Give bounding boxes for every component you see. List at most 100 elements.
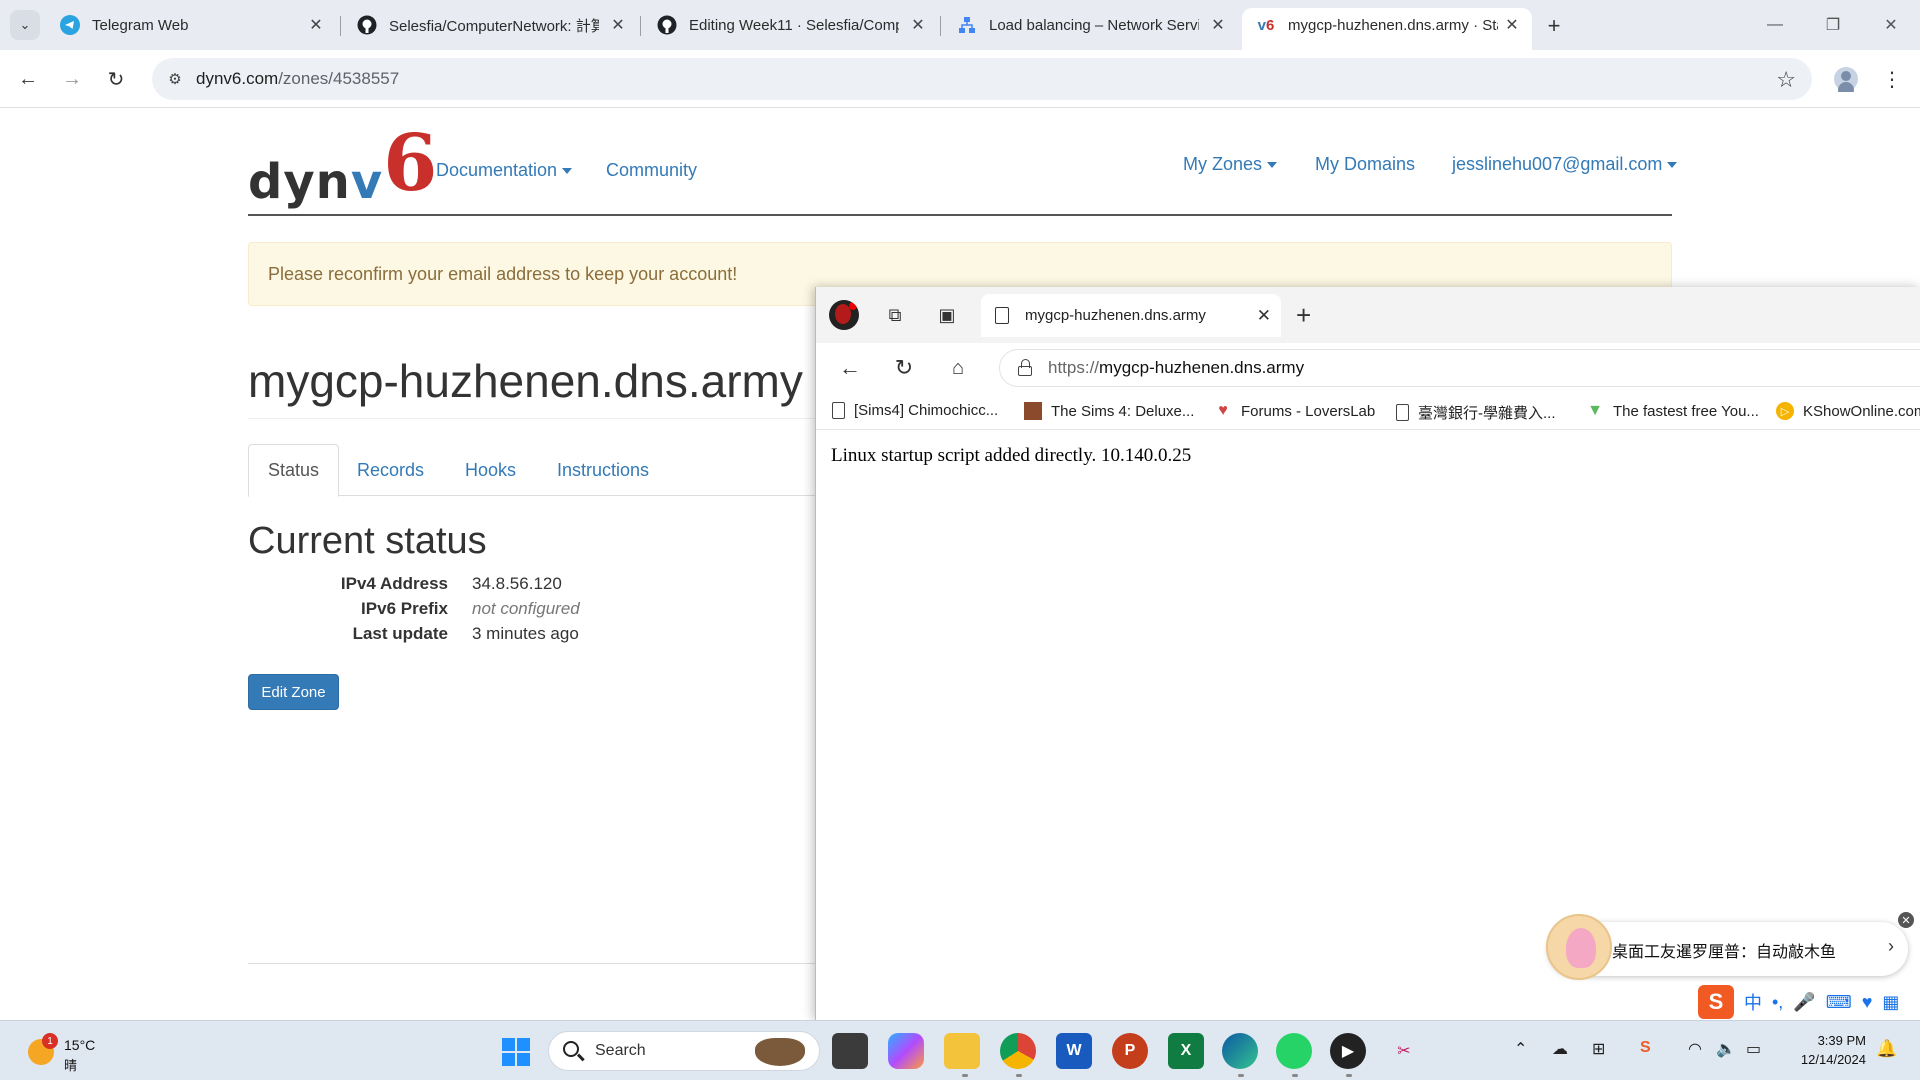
dynv6-logo[interactable]: dynv6 [248, 118, 438, 217]
excel-icon[interactable]: X [1168, 1033, 1204, 1069]
notification-close-button[interactable]: ✕ [1898, 912, 1914, 928]
keyboard-icon[interactable]: ⌨ [1826, 992, 1852, 1013]
favorite-label: KShowOnline.com [1803, 402, 1920, 420]
tab-records[interactable]: Records [338, 444, 443, 496]
tab-hooks[interactable]: Hooks [446, 444, 535, 496]
volume-icon[interactable]: 🔈 [1716, 1039, 1736, 1059]
close-icon[interactable]: ✕ [1502, 15, 1522, 35]
profile-avatar[interactable] [1830, 63, 1862, 95]
bookmark-star-icon[interactable]: ☆ [1776, 67, 1796, 93]
favorite-item[interactable]: ▷ KShowOnline.com [1776, 402, 1920, 420]
microphone-icon[interactable]: 🎤 [1793, 992, 1815, 1013]
chrome-icon[interactable] [1000, 1033, 1036, 1069]
sogou-tray-icon[interactable]: S [1640, 1039, 1651, 1057]
desktop-notification[interactable]: 桌面工友暹罗厘普：自动敲木鱼 › [1546, 914, 1908, 980]
new-tab-button[interactable]: + [1540, 12, 1568, 40]
skin-icon[interactable]: ♥ [1862, 992, 1873, 1013]
address-bar[interactable]: ⚙ dynv6.com/zones/4538557 ☆ [152, 58, 1812, 100]
close-icon[interactable]: ✕ [608, 15, 628, 35]
snipping-tool-icon[interactable]: ✂ [1386, 1033, 1422, 1069]
back-button[interactable]: ← [12, 63, 44, 95]
nav-account[interactable]: jesslinehu007@gmail.com [1452, 154, 1678, 175]
favorite-item[interactable]: ▼ The fastest free You... [1586, 402, 1759, 420]
minimize-button[interactable]: — [1752, 8, 1798, 42]
edge-home-button[interactable]: ⌂ [944, 354, 972, 382]
browser-tab-github-editing[interactable]: Editing Week11 · Selesfia/Comp ✕ [643, 8, 938, 42]
taskbar-search[interactable]: Search [548, 1031, 820, 1071]
favorite-label: Forums - LoversLab [1241, 402, 1376, 420]
sogou-logo[interactable]: S [1698, 985, 1734, 1019]
tab-status[interactable]: Status [248, 444, 340, 497]
onedrive-icon[interactable]: ☁ [1552, 1039, 1568, 1059]
close-icon[interactable]: ✕ [306, 15, 326, 35]
browser-tab-dynv6[interactable]: v6 mygcp-huzhenen.dns.army · Sta ✕ [1242, 8, 1532, 50]
minimize-icon: — [1767, 16, 1783, 33]
grid-icon[interactable]: ▦ [1882, 992, 1899, 1013]
browser-tab-load-balancing[interactable]: Load balancing – Network Servi ✕ [943, 8, 1238, 42]
edge-new-tab-button[interactable]: + [1296, 301, 1311, 329]
tab-title: mygcp-huzhenen.dns.army · Sta [1288, 16, 1498, 34]
tab-title: Editing Week11 · Selesfia/Comp [689, 16, 899, 34]
windows-start-button[interactable] [502, 1038, 530, 1066]
clock-date: 12/14/2024 [1800, 1052, 1866, 1067]
close-icon[interactable]: ✕ [908, 15, 928, 35]
edge-icon[interactable] [1222, 1033, 1258, 1069]
ime-lang-toggle[interactable]: 中 [1744, 989, 1762, 1015]
favorite-item[interactable]: ♥ Forums - LoversLab [1214, 402, 1375, 420]
forward-button[interactable]: → [56, 63, 88, 95]
word-icon[interactable]: W [1056, 1033, 1092, 1069]
notification-bell-icon[interactable]: 🔔 [1876, 1039, 1897, 1059]
edge-profile-avatar[interactable] [829, 300, 859, 330]
restore-button[interactable]: ❐ [1810, 8, 1856, 42]
caret-down-icon [1267, 162, 1278, 169]
close-icon[interactable]: ✕ [1208, 15, 1228, 35]
workspaces-icon: ⧉ [888, 304, 902, 325]
punctuation-icon[interactable]: •, [1772, 992, 1783, 1013]
chevron-up-icon[interactable]: ⌃ [1514, 1039, 1527, 1059]
whatsapp-icon[interactable] [1276, 1033, 1312, 1069]
favorite-item[interactable]: The Sims 4: Deluxe... [1024, 402, 1194, 420]
home-icon: ⌂ [951, 356, 965, 379]
media-player-icon[interactable]: ▶ [1330, 1033, 1366, 1069]
plus-icon: + [1547, 13, 1561, 38]
nav-my-zones[interactable]: My Zones [1183, 154, 1278, 175]
reload-button[interactable]: ↻ [100, 63, 132, 95]
favorite-label: 臺灣銀行-學雜費入... [1418, 405, 1556, 422]
task-view-icon[interactable] [832, 1033, 868, 1069]
tab-search-button[interactable]: ⌄ [10, 10, 40, 40]
language-icon[interactable]: ⊞ [1592, 1039, 1605, 1059]
footer-divider [248, 963, 818, 964]
copilot-icon[interactable] [888, 1033, 924, 1069]
nav-community[interactable]: Community [606, 160, 697, 181]
kshow-icon: ▷ [1776, 402, 1794, 420]
weather-widget[interactable]: 1 15°C 晴 [24, 1033, 104, 1073]
edge-tab-active[interactable]: mygcp-huzhenen.dns.army ✕ [981, 294, 1281, 337]
edge-address-bar[interactable]: https://mygcp-huzhenen.dns.army [999, 349, 1920, 387]
logo-six: 6 [383, 118, 439, 209]
chevron-right-icon[interactable]: › [1888, 936, 1894, 957]
browser-tab-github-network[interactable]: Selesfia/ComputerNetwork: 計算 ✕ [343, 8, 638, 42]
system-clock[interactable]: 3:39 PM 12/14/2024 [1786, 1031, 1866, 1069]
site-info-icon[interactable]: ⚙ [164, 69, 186, 89]
wifi-icon[interactable]: ◠ [1688, 1039, 1702, 1059]
favorite-item[interactable]: 臺灣銀行-學雜費入... [1396, 402, 1556, 423]
tab-instructions[interactable]: Instructions [538, 444, 668, 496]
nav-documentation[interactable]: Documentation [436, 160, 573, 181]
close-icon[interactable]: ✕ [1257, 306, 1271, 326]
powerpoint-icon[interactable]: P [1112, 1033, 1148, 1069]
edge-tab-actions-button[interactable]: ▣ [933, 301, 961, 329]
file-explorer-icon[interactable] [944, 1033, 980, 1069]
favorite-label: The fastest free You... [1613, 402, 1759, 420]
temperature: 15°C [64, 1037, 96, 1053]
edge-workspaces-button[interactable]: ⧉ [881, 301, 909, 329]
close-icon: ✕ [1901, 914, 1911, 927]
nav-my-domains[interactable]: My Domains [1315, 154, 1415, 175]
edge-back-button[interactable]: ← [836, 354, 864, 382]
battery-icon[interactable]: ▭ [1746, 1039, 1761, 1059]
browser-tab-telegram[interactable]: Telegram Web ✕ [46, 8, 336, 42]
close-window-button[interactable]: ✕ [1868, 8, 1914, 42]
favorite-item[interactable]: [Sims4] Chimochicc... [832, 402, 998, 419]
edit-zone-button[interactable]: Edit Zone [248, 674, 339, 710]
edge-reload-button[interactable]: ↻ [890, 354, 918, 382]
browser-menu-button[interactable]: ⋮ [1876, 63, 1908, 95]
